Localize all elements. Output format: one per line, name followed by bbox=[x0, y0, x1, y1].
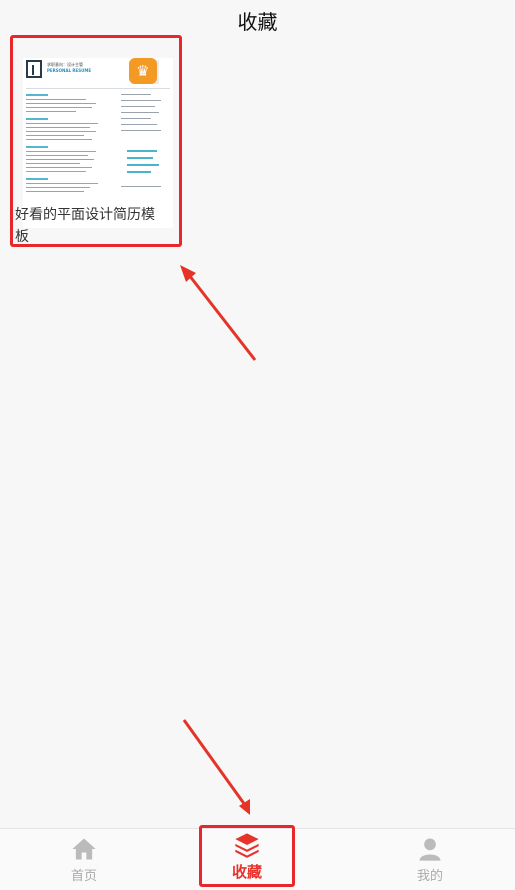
tab-home[interactable]: 首页 bbox=[52, 829, 116, 890]
tab-me[interactable]: 我的 bbox=[398, 829, 462, 890]
person-icon bbox=[419, 838, 441, 861]
resume-logo bbox=[26, 60, 42, 78]
home-icon bbox=[72, 838, 96, 860]
thumbnail-subtitle: PERSONAL RESUME bbox=[47, 68, 92, 73]
favorite-card[interactable]: 求职意向：设计主管 PERSONAL RESUME ♛ 好看的平面设计简历模板 bbox=[10, 35, 182, 247]
tab-home-label: 首页 bbox=[70, 869, 97, 884]
bottom-tab-bar: 首页 收藏 我的 bbox=[0, 825, 515, 890]
favorite-card-title: 好看的平面设计简历模板 bbox=[15, 207, 155, 245]
tab-me-label: 我的 bbox=[416, 869, 443, 884]
annotation-arrow-card bbox=[187, 274, 257, 361]
tab-favorites-label: 收藏 bbox=[231, 862, 262, 881]
page-header: 收藏 bbox=[0, 0, 515, 40]
annotation-arrowhead-card bbox=[180, 265, 196, 282]
crown-icon: ♛ bbox=[129, 58, 157, 84]
tab-favorites[interactable]: 收藏 bbox=[199, 825, 295, 887]
annotation-arrowhead-tab bbox=[239, 799, 250, 815]
page-title: 收藏 bbox=[237, 9, 278, 34]
annotation-arrow-tab bbox=[182, 719, 247, 806]
layers-icon bbox=[235, 832, 259, 858]
